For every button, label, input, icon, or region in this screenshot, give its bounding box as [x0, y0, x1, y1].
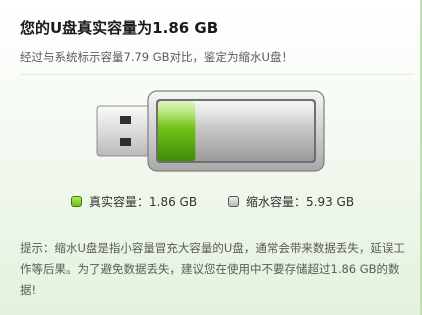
header-divider: [20, 74, 414, 75]
legend-shrink-capacity: 缩水容量：5.93 GB: [228, 193, 354, 210]
result-subtitle: 经过与系统标示容量7.79 GB对比，鉴定为缩水U盘！: [20, 50, 293, 64]
usb-drive-icon: [96, 90, 325, 172]
gray-square-icon: [228, 196, 239, 207]
legend-real-capacity: 真实容量：1.86 GB: [71, 193, 197, 210]
warning-tip-text: 提示：缩水U盘是指小容量冒充大容量的U盘，通常会带来数据丢失，延误工作等后果。为…: [20, 241, 405, 297]
usb-drive-illustration: [94, 86, 328, 176]
green-square-icon: [71, 196, 82, 207]
result-title: 您的U盘真实容量为1.86 GB: [20, 19, 219, 37]
capacity-legend: 真实容量：1.86 GB 缩水容量：5.93 GB: [0, 193, 422, 211]
shrink-capacity-label: 缩水容量：5.93 GB: [246, 195, 355, 209]
real-capacity-label: 真实容量：1.86 GB: [89, 195, 198, 209]
